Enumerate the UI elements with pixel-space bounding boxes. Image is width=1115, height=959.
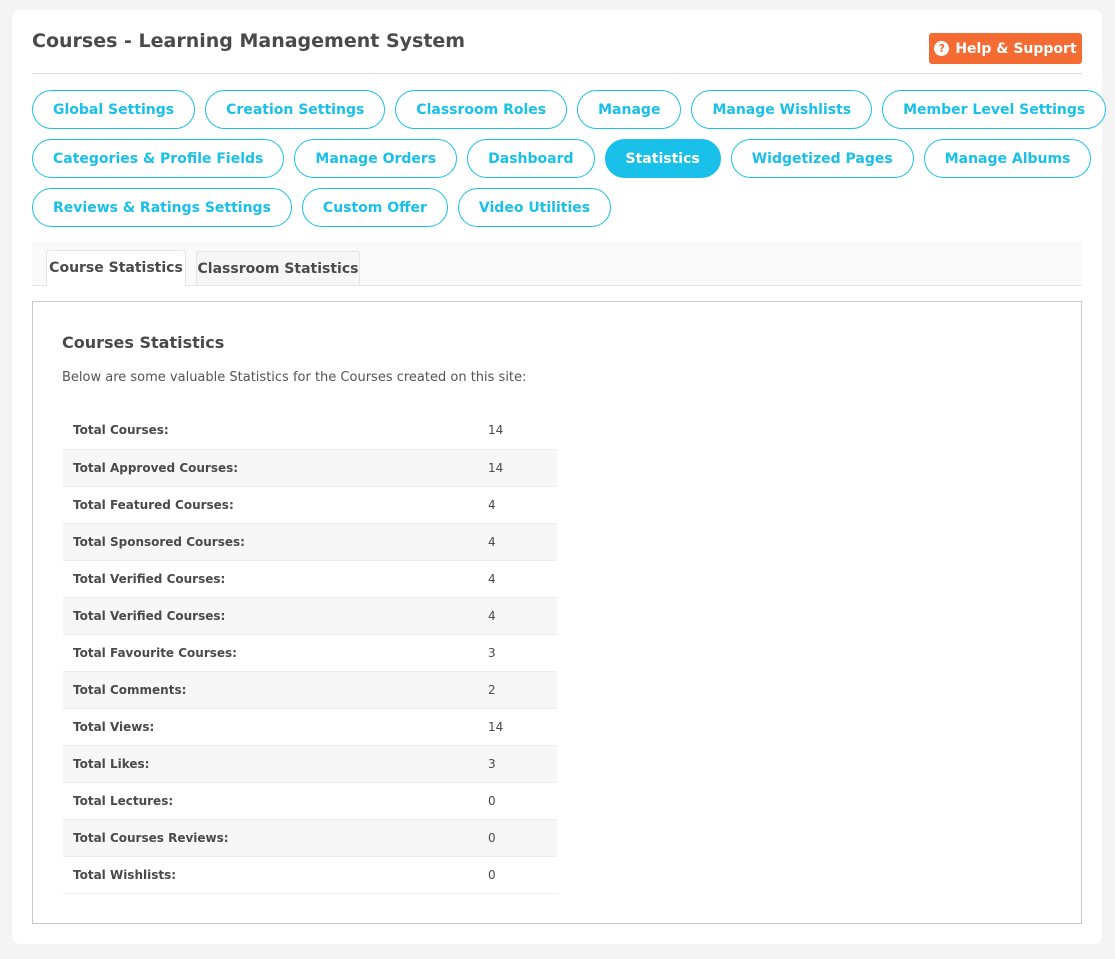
- nav-button-categories-and-profile-fields[interactable]: Categories & Profile Fields: [32, 139, 285, 178]
- stat-row: Total Comments: 2: [63, 671, 557, 708]
- nav-row: Reviews & Ratings Settings Custom Offer Vi…: [32, 188, 1092, 227]
- nav-button-widgetized-pages[interactable]: Widgetized Pages: [730, 139, 914, 178]
- stat-label: Total Wishlists:: [73, 867, 177, 882]
- nav-button-classroom-roles[interactable]: Classroom Roles: [395, 90, 568, 129]
- nav-button-reviews-and-ratings-settings[interactable]: Reviews & Ratings Settings: [32, 188, 292, 227]
- stat-value: 4: [488, 571, 496, 586]
- stat-label: Total Featured Courses:: [73, 497, 234, 512]
- nav-row: Categories & Profile Fields Manage Orders…: [32, 139, 1092, 178]
- stat-value: 2: [488, 682, 496, 697]
- stat-label: Total Verified Courses:: [73, 608, 226, 623]
- stat-label: Total Lectures:: [73, 793, 174, 808]
- nav-button-creation-settings[interactable]: Creation Settings: [205, 90, 386, 129]
- stat-value: 14: [488, 423, 504, 438]
- page-title: Courses - Learning Management System: [32, 30, 466, 52]
- statistics-panel: Courses Statistics Below are some valuab…: [32, 301, 1082, 924]
- stat-label: Total Favourite Courses:: [73, 645, 237, 660]
- stat-row: Total Lectures: 0: [63, 782, 557, 819]
- section-title: Courses Statistics: [62, 333, 225, 352]
- stat-value: 14: [488, 719, 504, 734]
- question-circle-icon: ?: [934, 41, 950, 56]
- stat-row: Total Verified Courses: 4: [63, 560, 557, 597]
- nav-row: Global Settings Creation Settings Classroo…: [32, 90, 1107, 129]
- header: Courses - Learning Management System ? H…: [32, 10, 1082, 74]
- stat-row: Total Favourite Courses: 3: [63, 634, 557, 671]
- nav-button-statistics[interactable]: Statistics: [604, 139, 721, 178]
- tab-bar: Course Statistics Classroom Statistics: [32, 241, 1082, 286]
- stat-row: Total Courses: 14: [63, 412, 557, 449]
- nav-button-manage[interactable]: Manage: [577, 90, 682, 129]
- stat-row: Total Sponsored Courses: 4: [63, 523, 557, 560]
- stat-value: 3: [488, 645, 496, 660]
- stat-row: Total Wishlists: 0: [63, 856, 557, 893]
- settings-nav: Global Settings Creation Settings Classroo…: [32, 90, 1107, 237]
- nav-button-member-level-settings[interactable]: Member Level Settings: [882, 90, 1107, 129]
- stat-value: 4: [488, 534, 496, 549]
- stat-label: Total Likes:: [73, 756, 150, 771]
- nav-button-manage-orders[interactable]: Manage Orders: [294, 139, 458, 178]
- nav-button-video-utilities[interactable]: Video Utilities: [457, 188, 612, 227]
- help-support-button[interactable]: ? Help & Support: [929, 33, 1082, 64]
- tab-course-statistics[interactable]: Course Statistics: [46, 250, 186, 286]
- stat-value: 0: [488, 793, 496, 808]
- main-card: Courses - Learning Management System ? H…: [12, 10, 1107, 944]
- stat-value: 0: [488, 830, 496, 845]
- stat-row: Total Views: 14: [63, 708, 557, 745]
- nav-button-global-settings[interactable]: Global Settings: [32, 90, 196, 129]
- stat-label: Total Courses:: [73, 423, 169, 438]
- stat-value: 4: [488, 497, 496, 512]
- stat-label: Total Views:: [73, 719, 155, 734]
- stat-row: Total Approved Courses: 14: [63, 449, 557, 486]
- stat-label: Total Courses Reviews:: [73, 830, 229, 845]
- stat-row: Total Likes: 3: [63, 745, 557, 782]
- stat-row: Total Featured Courses: 4: [63, 486, 557, 523]
- tab-classroom-statistics[interactable]: Classroom Statistics: [196, 251, 360, 285]
- nav-button-custom-offer[interactable]: Custom Offer: [301, 188, 448, 227]
- nav-button-manage-wishlists[interactable]: Manage Wishlists: [691, 90, 873, 129]
- stat-value: 14: [488, 460, 504, 475]
- section-description: Below are some valuable Statistics for t…: [62, 370, 527, 385]
- statistics-table: Total Courses: 14 Total Approved Courses: 1…: [63, 412, 557, 894]
- stat-label: Total Comments:: [73, 682, 187, 697]
- stat-label: Total Sponsored Courses:: [73, 534, 245, 549]
- stat-label: Total Approved Courses:: [73, 460, 239, 475]
- stat-row: Total Verified Courses: 4: [63, 597, 557, 634]
- stat-value: 0: [488, 867, 496, 882]
- stat-row: Total Courses Reviews: 0: [63, 819, 557, 856]
- help-support-label: Help & Support: [955, 40, 1077, 57]
- nav-button-dashboard[interactable]: Dashboard: [467, 139, 595, 178]
- stat-value: 3: [488, 756, 496, 771]
- stat-label: Total Verified Courses:: [73, 571, 226, 586]
- nav-button-manage-albums[interactable]: Manage Albums: [923, 139, 1092, 178]
- stat-value: 4: [488, 608, 496, 623]
